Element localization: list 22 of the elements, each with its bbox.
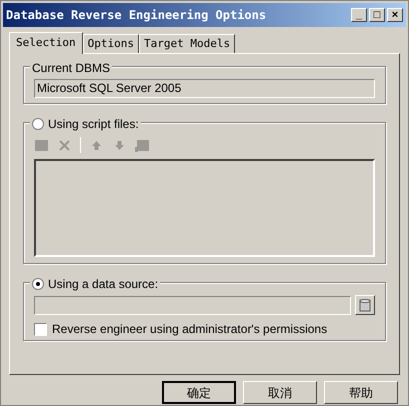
tab[interactable]: Target Models — [138, 34, 236, 53]
maximize-button[interactable]: □ — [369, 8, 385, 22]
tab[interactable]: Options — [82, 34, 139, 53]
radio-button[interactable] — [32, 278, 44, 290]
dialog-button[interactable]: 取消 — [243, 381, 317, 404]
radio-button[interactable] — [32, 118, 44, 130]
data-source-field[interactable] — [34, 296, 351, 314]
close-button[interactable]: × — [387, 8, 403, 22]
dbms-field: Microsoft SQL Server 2005 — [34, 79, 375, 98]
data-source-button[interactable] — [355, 295, 375, 315]
group-label: Current DBMS — [32, 60, 110, 77]
checkbox[interactable] — [34, 322, 47, 336]
radio-label: Using script files: — [48, 116, 139, 133]
tab[interactable]: Selection — [9, 32, 83, 54]
checkbox-label: Reverse engineer using administrator's permissions — [52, 321, 328, 338]
radio-label: Using a data source: — [48, 276, 158, 293]
dialog-button[interactable]: 帮助 — [324, 381, 398, 404]
minimize-button[interactable]: _ — [351, 8, 367, 22]
file-list[interactable] — [34, 159, 375, 257]
window-title: Database Reverse Engineering Options — [6, 7, 266, 24]
database-icon — [359, 298, 371, 312]
dialog-button[interactable]: 确定 — [162, 381, 236, 404]
